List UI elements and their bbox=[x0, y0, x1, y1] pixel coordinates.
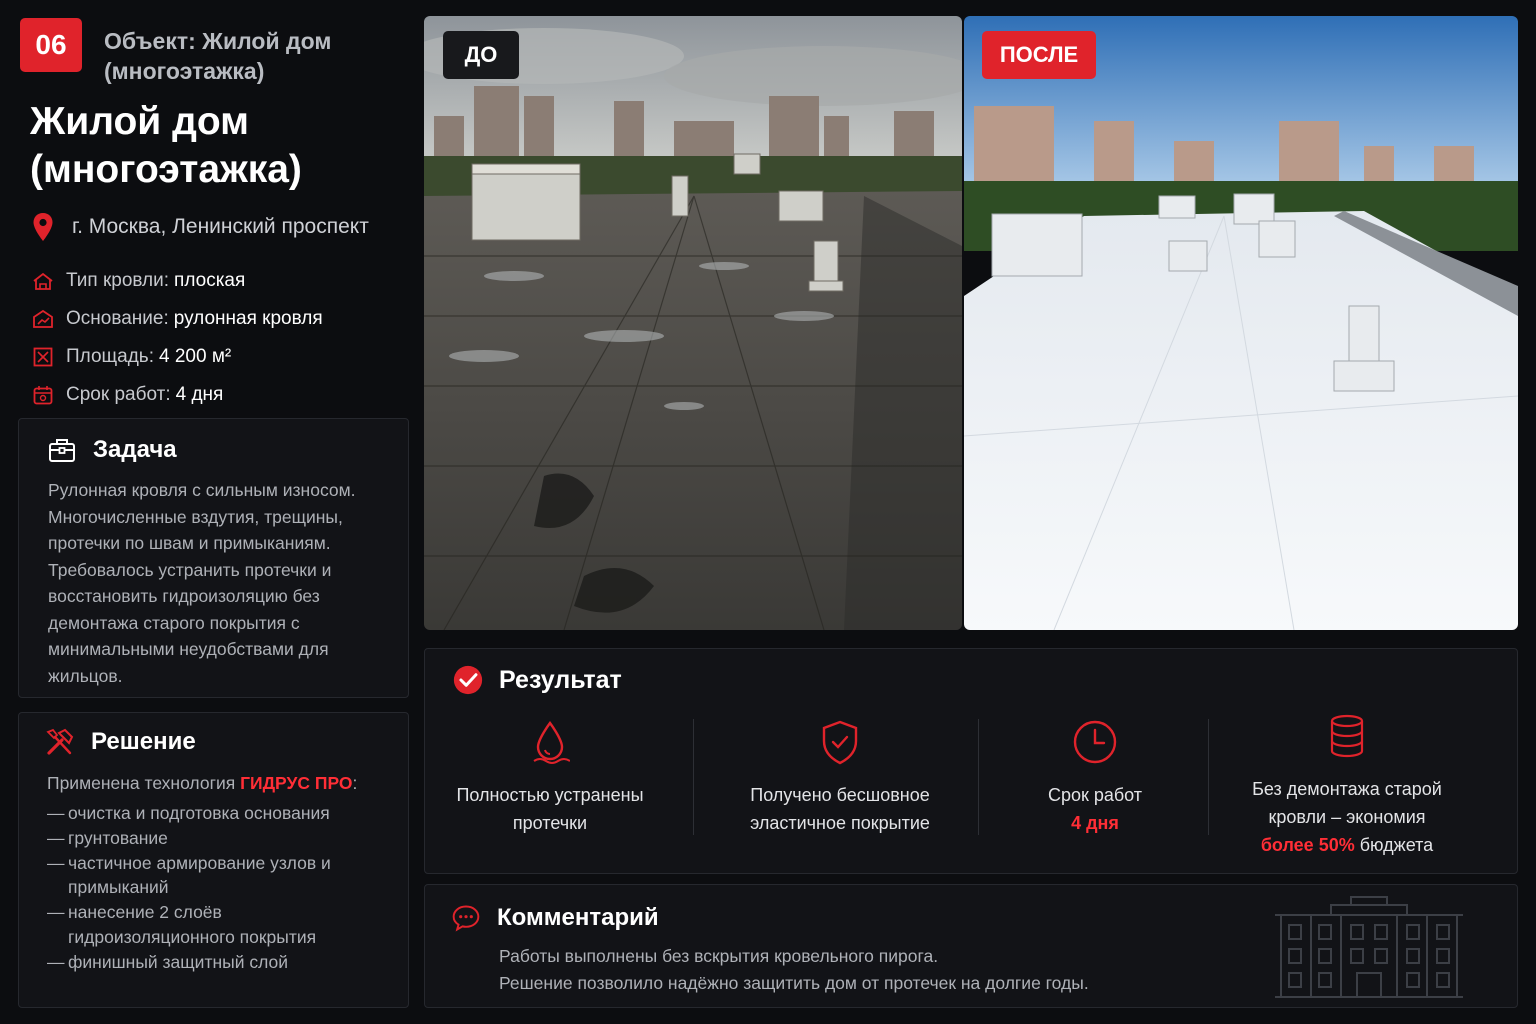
divider bbox=[978, 719, 979, 835]
result-text: Полностью устранены протечки bbox=[456, 785, 644, 833]
clock-icon bbox=[1073, 720, 1117, 764]
list-item: — очистка и подготовка основания bbox=[47, 801, 358, 826]
address: г. Москва, Ленинский проспект bbox=[32, 212, 410, 242]
technology-name: ГИДРУС ПРО bbox=[240, 773, 353, 793]
property-area: Площадь: 4 200 м² bbox=[32, 338, 410, 376]
comment-card: Комментарий Работы выполнены без вскрыти… bbox=[424, 884, 1518, 1008]
list-item: — частичное армирование узлов и примыкани… bbox=[47, 851, 358, 901]
property-label: Срок работ: bbox=[66, 384, 171, 405]
after-label: ПОСЛЕ bbox=[982, 31, 1096, 79]
property-value: 4 200 м² bbox=[159, 346, 232, 367]
comment-text: Работы выполнены без вскрытия кровельног… bbox=[499, 943, 1089, 997]
page-title: Жилой дом (многоэтажка) bbox=[30, 100, 302, 191]
property-label: Тип кровли: bbox=[66, 270, 170, 291]
solution-card: Решение Применена технология ГИДРУС ПРО:… bbox=[18, 712, 409, 1008]
water-drop-icon bbox=[533, 720, 570, 764]
shield-check-icon bbox=[822, 720, 858, 765]
result-text-after: бюджета bbox=[1359, 835, 1434, 855]
result-card: Результат Полностью устранены протечки П… bbox=[424, 648, 1518, 874]
solution-intro-colon: : bbox=[352, 773, 358, 793]
result-items: Полностью устранены протечки Получено бе… bbox=[425, 714, 1517, 855]
step-text: грунтование bbox=[68, 827, 168, 848]
property-value: 4 дня bbox=[175, 384, 224, 405]
task-header: Задача bbox=[47, 435, 177, 465]
step-text: очистка и подготовка основания bbox=[68, 803, 330, 823]
after-photo: ПОСЛЕ bbox=[964, 16, 1518, 630]
task-card: Задача Рулонная кровля с сильным износом… bbox=[18, 418, 409, 698]
comment-header: Комментарий bbox=[451, 903, 659, 933]
result-item-savings: Без демонтажа старой кровли – экономия б… bbox=[1237, 713, 1457, 859]
list-item: — финишный защитный слой bbox=[47, 950, 358, 975]
property-base: Основание: рулонная кровля bbox=[32, 300, 410, 338]
step-text: частичное армирование узлов и примыканий bbox=[68, 852, 331, 898]
solution-title: Решение bbox=[91, 728, 196, 755]
comment-title: Комментарий bbox=[497, 904, 659, 931]
list-item: — грунтование bbox=[47, 826, 358, 851]
divider bbox=[1208, 719, 1209, 835]
calendar-icon bbox=[32, 384, 54, 406]
result-highlight: 4 дня bbox=[1071, 813, 1119, 833]
check-circle-icon bbox=[453, 665, 483, 695]
result-text-line: более 50% бюджета bbox=[1237, 831, 1457, 859]
speech-bubble-icon bbox=[451, 903, 481, 933]
before-label: ДО bbox=[443, 31, 519, 79]
project-info: 06 Объект: Жилой дом (многоэтажка) Жилой… bbox=[18, 16, 410, 414]
solution-header: Решение bbox=[45, 727, 196, 757]
property-value: рулонная кровля bbox=[173, 308, 323, 329]
solution-intro-text: Применена технология bbox=[47, 773, 241, 793]
property-value: плоская bbox=[174, 270, 246, 291]
step-text: финишный защитный слой bbox=[68, 951, 289, 972]
after-roof-illustration bbox=[964, 16, 1518, 630]
address-text: г. Москва, Ленинский проспект bbox=[72, 215, 369, 238]
property-roof-type: Тип кровли: плоская bbox=[32, 262, 410, 300]
result-text: Без демонтажа старой кровли – экономия bbox=[1252, 779, 1442, 827]
result-highlight: более 50% bbox=[1260, 835, 1355, 855]
property-duration: Срок работ: 4 дня bbox=[32, 376, 410, 414]
before-photo: ДО bbox=[424, 16, 962, 630]
location-pin-icon bbox=[33, 213, 53, 241]
project-number-badge: 06 bbox=[20, 18, 82, 72]
roof-icon bbox=[32, 270, 54, 292]
object-label: Объект: Жилой дом (многоэтажка) bbox=[104, 28, 332, 84]
result-item-seamless: Получено бесшовное эластичное покрытие bbox=[735, 719, 945, 837]
result-text: Получено бесшовное эластичное покрытие bbox=[750, 785, 930, 833]
base-icon bbox=[32, 308, 54, 330]
list-item: — нанесение 2 слоёв гидроизоляционного по… bbox=[47, 900, 358, 950]
step-text: нанесение 2 слоёв гидроизоляционного пок… bbox=[68, 902, 317, 947]
property-label: Площадь: bbox=[66, 346, 154, 367]
building-icon bbox=[1275, 896, 1463, 998]
result-header: Результат bbox=[453, 665, 622, 695]
coins-icon bbox=[1330, 714, 1364, 758]
property-label: Основание: bbox=[66, 308, 169, 329]
comment-line: Решение позволило надёжно защитить дом о… bbox=[499, 973, 1089, 993]
briefcase-icon bbox=[47, 435, 77, 465]
comment-line: Работы выполнены без вскрытия кровельног… bbox=[499, 946, 939, 966]
result-item-duration: Срок работ 4 дня bbox=[995, 719, 1195, 837]
project-header: 06 Объект: Жилой дом (многоэтажка) bbox=[18, 16, 410, 86]
result-text: Срок работ bbox=[1047, 785, 1143, 805]
result-item-leaks: Полностью устранены протечки bbox=[445, 719, 655, 837]
divider bbox=[693, 719, 694, 835]
tools-icon bbox=[45, 727, 75, 757]
solution-intro: Применена технология ГИДРУС ПРО: bbox=[47, 773, 357, 794]
properties-list: Тип кровли: плоская Основание: рулонная … bbox=[32, 262, 410, 414]
result-title: Результат bbox=[499, 665, 622, 694]
area-icon bbox=[32, 346, 54, 368]
before-roof-illustration bbox=[424, 16, 962, 630]
task-text: Рулонная кровля с сильным износом. Много… bbox=[48, 480, 356, 686]
solution-steps: — очистка и подготовка основания — грунтов… bbox=[47, 801, 358, 975]
task-title: Задача bbox=[93, 436, 177, 463]
